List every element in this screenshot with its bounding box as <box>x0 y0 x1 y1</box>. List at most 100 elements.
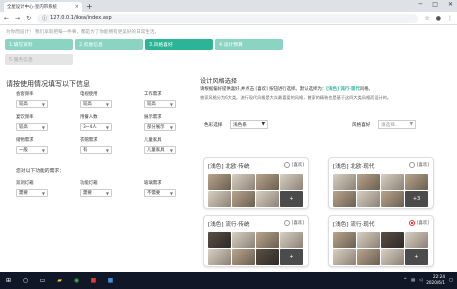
star-icon[interactable]: ☆ <box>424 15 429 22</box>
url-field[interactable]: ⓘ 127.0.0.1/ikea/index.asp <box>37 13 419 23</box>
chrome-icon[interactable]: ◉ <box>72 276 81 285</box>
task-view-icon[interactable]: ▭ <box>38 276 47 285</box>
step-2[interactable]: 2.房屋信息 <box>75 39 143 50</box>
room-thumbnail[interactable] <box>256 232 279 248</box>
step-1[interactable]: 1.填写资料 <box>5 39 73 50</box>
back-icon[interactable]: ← <box>4 15 9 22</box>
search-icon[interactable]: ○ <box>21 276 30 285</box>
room-thumbnail[interactable] <box>208 249 231 265</box>
room-thumbnail[interactable] <box>333 232 356 248</box>
radio-icon[interactable] <box>408 162 415 168</box>
room-thumbnail[interactable] <box>405 232 428 248</box>
app-icon[interactable]: ■ <box>106 276 115 285</box>
select-field[interactable]: 较高 ▼ <box>80 100 112 108</box>
room-thumbnail[interactable] <box>208 232 231 248</box>
more-thumbnails[interactable]: + <box>280 249 303 265</box>
room-thumbnail[interactable] <box>232 232 255 248</box>
notification-icon[interactable]: ▢ <box>449 277 453 282</box>
network-icon[interactable]: ▤ <box>411 277 415 282</box>
radio-icon[interactable] <box>283 162 290 168</box>
forward-icon[interactable]: → <box>15 15 20 22</box>
room-thumbnail[interactable] <box>280 174 303 190</box>
chevron-down-icon: ▼ <box>169 101 173 107</box>
room-thumbnail[interactable] <box>333 191 356 207</box>
style-card[interactable]: [浅色] 北欧·现代 [喜欢] +3 <box>328 157 434 209</box>
room-thumbnail[interactable] <box>232 174 255 190</box>
instructions-text: 请根据偏好提供喜好,并点击 [喜欢] 按钮进行选择。默认选择为： <box>200 87 327 92</box>
windows-start-icon[interactable]: ⊞ <box>4 276 13 285</box>
select-field[interactable]: 部分展示 ▼ <box>144 123 176 131</box>
style-select[interactable]: 请选择.. ▼ <box>378 120 416 129</box>
select-field[interactable]: 有 ▼ <box>80 146 112 154</box>
style-card[interactable]: [浅色] 北欧·传统 [喜欢] + <box>203 157 309 209</box>
explorer-icon[interactable]: ▰ <box>55 276 64 285</box>
chevron-down-icon: ▼ <box>105 147 109 153</box>
reload-icon[interactable]: ↻ <box>26 15 31 22</box>
room-thumbnail[interactable] <box>208 191 231 207</box>
select-field[interactable]: 一般 ▼ <box>16 146 48 154</box>
room-thumbnail[interactable] <box>357 174 380 190</box>
radio-icon[interactable] <box>408 220 415 226</box>
radio-icon[interactable] <box>283 220 290 226</box>
style-card[interactable]: [浅色] 流行·现代 [喜欢] + <box>328 215 434 267</box>
maximize-icon[interactable]: □ <box>432 1 438 8</box>
room-thumbnail[interactable] <box>256 191 279 207</box>
step-4[interactable]: 4.设计预算 <box>215 39 283 50</box>
system-tray: ^ ▤ ◁ 22:24 2020/6/1 ▢ <box>404 274 454 285</box>
menu-icon[interactable]: ⋮ <box>447 15 453 22</box>
room-thumbnail[interactable] <box>357 232 380 248</box>
select-field[interactable]: 需要 ▼ <box>16 189 48 197</box>
color-select[interactable]: 浅色系 ▼ <box>230 120 268 129</box>
volume-icon[interactable]: ◁ <box>419 277 422 282</box>
card-title: [浅色] 北欧·传统 <box>208 164 250 170</box>
chevron-down-icon: ▼ <box>261 122 265 127</box>
clock[interactable]: 22:24 2020/6/1 <box>426 274 445 285</box>
select-value: 一般 <box>19 148 28 153</box>
more-thumbnails[interactable]: + <box>405 249 428 265</box>
like-radio[interactable]: [喜欢] <box>408 220 429 226</box>
chevron-up-icon[interactable]: ^ <box>404 277 408 282</box>
room-thumbnail[interactable] <box>232 191 255 207</box>
room-thumbnail[interactable] <box>381 232 404 248</box>
chevron-down-icon: ▼ <box>41 147 45 153</box>
room-thumbnail[interactable] <box>280 232 303 248</box>
like-radio[interactable]: [喜欢] <box>408 162 429 168</box>
radio-label: [喜欢] <box>416 163 429 168</box>
more-thumbnails[interactable]: +3 <box>405 191 428 207</box>
new-tab-icon[interactable]: + <box>86 2 93 11</box>
room-thumbnail[interactable] <box>381 174 404 190</box>
select-field[interactable]: 不需要 ▼ <box>144 189 176 197</box>
like-radio[interactable]: [喜欢] <box>283 220 304 226</box>
account-icon[interactable]: ● <box>436 15 441 22</box>
room-thumbnail[interactable] <box>333 174 356 190</box>
select-value: 较高 <box>83 102 92 107</box>
close-window-icon[interactable]: ✕ <box>448 1 453 8</box>
style-card[interactable]: [浅色] 流行·传统 [喜欢] + <box>203 215 309 267</box>
like-radio[interactable]: [喜欢] <box>283 162 304 168</box>
step-3[interactable]: 3.风格喜好 <box>145 39 213 50</box>
card-title: [浅色] 流行·传统 <box>208 222 250 228</box>
more-thumbnails[interactable]: + <box>280 191 303 207</box>
browser-tab[interactable]: 全屋设计中心-室内带系统 × <box>4 2 82 12</box>
select-field[interactable]: 3~4人 ▼ <box>80 123 112 131</box>
field-label: 用餐人数 <box>80 115 98 120</box>
close-icon[interactable]: × <box>75 4 79 10</box>
select-field[interactable]: 需要 ▼ <box>80 189 112 197</box>
room-thumbnail[interactable] <box>405 174 428 190</box>
room-thumbnail[interactable] <box>232 249 255 265</box>
room-thumbnail[interactable] <box>333 249 356 265</box>
room-thumbnail[interactable] <box>357 249 380 265</box>
room-thumbnail[interactable] <box>381 191 404 207</box>
minimize-icon[interactable]: ─ <box>419 1 423 8</box>
select-field[interactable]: 儿童家具 ▼ <box>144 146 176 154</box>
room-thumbnail[interactable] <box>256 174 279 190</box>
radio-label: [喜欢] <box>416 221 429 226</box>
room-thumbnail[interactable] <box>208 174 231 190</box>
app-icon[interactable]: ■ <box>89 276 98 285</box>
room-thumbnail[interactable] <box>357 191 380 207</box>
room-thumbnail[interactable] <box>381 249 404 265</box>
select-field[interactable]: 较高 ▼ <box>144 100 176 108</box>
select-field[interactable]: 较高 ▼ <box>16 100 48 108</box>
room-thumbnail[interactable] <box>256 249 279 265</box>
select-field[interactable]: 较高 ▼ <box>16 123 48 131</box>
